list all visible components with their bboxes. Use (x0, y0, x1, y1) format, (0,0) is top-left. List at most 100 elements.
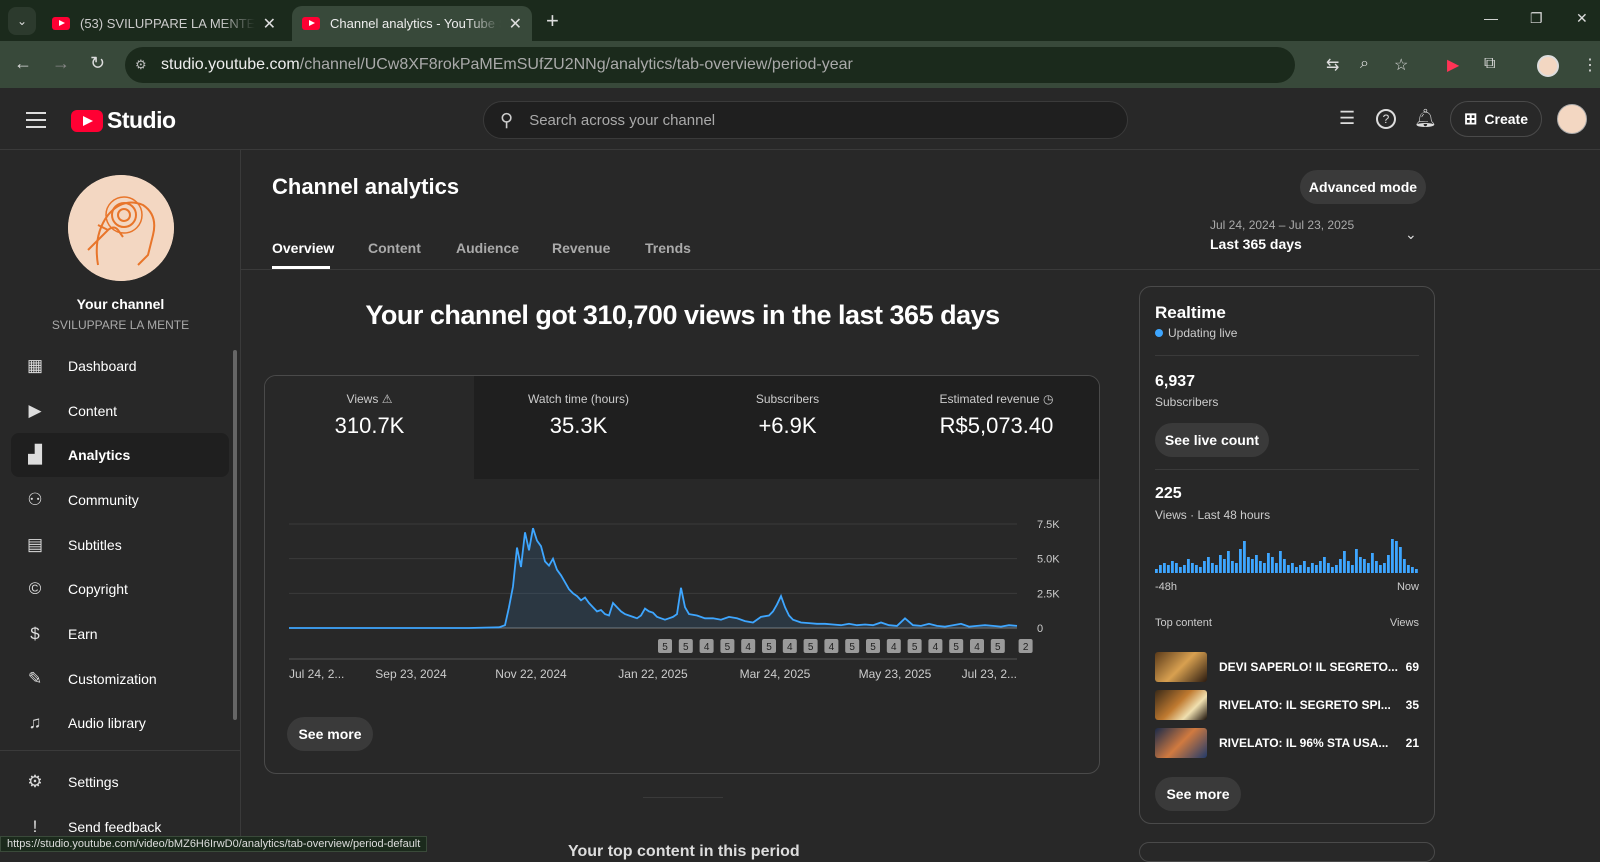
realtime-bar[interactable] (1227, 551, 1230, 573)
browser-profile-avatar[interactable] (1537, 55, 1559, 77)
realtime-bar[interactable] (1243, 541, 1246, 573)
new-tab-icon[interactable]: + (546, 8, 559, 34)
tab-search-icon[interactable]: ⌄ (8, 7, 36, 35)
sidebar-item-copyright[interactable]: © Copyright (11, 567, 229, 611)
restore-icon[interactable]: ❐ (1530, 10, 1543, 27)
feedback-message-icon[interactable]: ☰ (1339, 108, 1355, 129)
realtime-bar[interactable] (1279, 551, 1282, 573)
top-content-row[interactable]: RIVELATO: IL SEGRETO SPI... 35 (1155, 690, 1419, 720)
realtime-bar[interactable] (1331, 567, 1334, 573)
sidebar-item-earn[interactable]: $ Earn (11, 612, 229, 656)
realtime-bar[interactable] (1327, 563, 1330, 573)
realtime-bar[interactable] (1391, 539, 1394, 573)
minimize-icon[interactable]: — (1484, 10, 1498, 26)
sidebar-item-content[interactable]: ▶ Content (11, 389, 229, 433)
video-marker[interactable]: 5 (866, 639, 880, 653)
video-marker[interactable]: 5 (762, 639, 776, 653)
realtime-bar[interactable] (1303, 561, 1306, 573)
extension-youtube-icon[interactable]: ▶ (1447, 55, 1459, 75)
realtime-bar[interactable] (1395, 541, 1398, 573)
close-tab-icon[interactable]: ✕ (263, 14, 276, 34)
realtime-bar[interactable] (1403, 559, 1406, 573)
extensions-icon[interactable]: ⧉ (1484, 55, 1495, 73)
studio-logo[interactable]: Studio (71, 107, 176, 134)
video-marker[interactable]: 4 (970, 639, 984, 653)
metric-estimated-revenue[interactable]: Estimated revenue ◷ R$5,073.40 (892, 376, 1099, 479)
site-info-icon[interactable]: ⚙ (135, 57, 153, 73)
browser-tab-analytics[interactable]: Channel analytics - YouTube Stu ✕ (292, 6, 532, 41)
realtime-bar[interactable] (1207, 557, 1210, 573)
metric-watch-time[interactable]: Watch time (hours) 35.3K (474, 376, 683, 479)
top-content-row[interactable]: RIVELATO: IL 96% STA USA... 21 (1155, 728, 1419, 758)
metric-subscribers[interactable]: Subscribers +6.9K (683, 376, 892, 479)
realtime-bar[interactable] (1175, 563, 1178, 573)
top-content-row[interactable]: DEVI SAPERLO! IL SEGRETO... 69 (1155, 652, 1419, 682)
translate-icon[interactable]: ⇆ (1326, 55, 1339, 75)
realtime-bar[interactable] (1367, 563, 1370, 573)
video-marker[interactable]: 2 (1018, 639, 1033, 653)
realtime-bar[interactable] (1235, 563, 1238, 573)
help-icon[interactable]: ? (1376, 109, 1396, 129)
realtime-bar[interactable] (1359, 557, 1362, 573)
video-marker[interactable]: 5 (803, 639, 818, 653)
realtime-bar[interactable] (1415, 569, 1418, 573)
video-marker[interactable]: 4 (928, 639, 943, 653)
sidebar-item-dashboard[interactable]: ▦ Dashboard (11, 344, 229, 388)
sidebar-item-community[interactable]: ⚇ Community (11, 478, 229, 522)
realtime-bar[interactable] (1287, 565, 1290, 573)
back-icon[interactable]: ← (14, 53, 32, 74)
tab-content[interactable]: Content (368, 240, 421, 256)
realtime-bar[interactable] (1271, 557, 1274, 573)
realtime-bar[interactable] (1167, 565, 1170, 573)
close-window-icon[interactable]: ✕ (1576, 10, 1588, 27)
video-marker[interactable]: 5 (907, 639, 922, 653)
realtime-bar[interactable] (1183, 565, 1186, 573)
date-period-label[interactable]: Last 365 days (1210, 236, 1302, 252)
reload-icon[interactable]: ↻ (90, 53, 105, 74)
sidebar-item-settings[interactable]: ⚙ Settings (11, 760, 229, 804)
sidebar-item-subtitles[interactable]: ▤ Subtitles (11, 523, 229, 567)
realtime-bar[interactable] (1195, 565, 1198, 573)
realtime-bar-chart[interactable] (1155, 533, 1419, 575)
sidebar-item-customization[interactable]: ✎ Customization (11, 657, 229, 701)
metric-views[interactable]: Views ⚠ 310.7K (265, 376, 474, 479)
realtime-see-more-button[interactable]: See more (1155, 777, 1241, 811)
realtime-bar[interactable] (1319, 561, 1322, 573)
channel-avatar[interactable] (68, 175, 174, 281)
realtime-bar[interactable] (1311, 563, 1314, 573)
realtime-bar[interactable] (1179, 567, 1182, 573)
bookmark-star-icon[interactable]: ☆ (1394, 55, 1408, 75)
advanced-mode-button[interactable]: Advanced mode (1300, 170, 1426, 204)
sidebar-scrollbar[interactable] (233, 350, 237, 720)
realtime-bar[interactable] (1363, 559, 1366, 573)
realtime-bar[interactable] (1219, 555, 1222, 573)
realtime-bar[interactable] (1275, 563, 1278, 573)
realtime-bar[interactable] (1347, 561, 1350, 573)
tab-revenue[interactable]: Revenue (552, 240, 610, 256)
realtime-bar[interactable] (1263, 563, 1266, 573)
realtime-bar[interactable] (1399, 547, 1402, 573)
notifications-bell-icon[interactable]: 🔔︎ (1414, 108, 1437, 129)
create-button[interactable]: ⊞ Create (1450, 101, 1542, 137)
realtime-bar[interactable] (1339, 559, 1342, 573)
zoom-icon[interactable]: ⌕ (1360, 55, 1369, 73)
video-marker[interactable]: 5 (658, 639, 672, 653)
realtime-bar[interactable] (1163, 563, 1166, 573)
video-marker[interactable]: 5 (990, 639, 1005, 653)
sidebar-item-audio-library[interactable]: ♫ Audio library (11, 701, 229, 745)
video-marker[interactable]: 4 (699, 639, 714, 653)
realtime-bar[interactable] (1215, 565, 1218, 573)
realtime-bar[interactable] (1407, 565, 1410, 573)
tab-trends[interactable]: Trends (645, 240, 691, 256)
realtime-bar[interactable] (1171, 561, 1174, 573)
realtime-bar[interactable] (1231, 561, 1234, 573)
realtime-bar[interactable] (1223, 559, 1226, 573)
realtime-bar[interactable] (1383, 563, 1386, 573)
video-marker[interactable]: 5 (720, 639, 735, 653)
realtime-bar[interactable] (1191, 563, 1194, 573)
realtime-bar[interactable] (1187, 559, 1190, 573)
chevron-down-icon[interactable]: ⌄ (1405, 226, 1417, 243)
realtime-bar[interactable] (1299, 565, 1302, 573)
search-input[interactable]: ⚲ Search across your channel (483, 101, 1128, 139)
account-avatar[interactable] (1557, 104, 1587, 134)
